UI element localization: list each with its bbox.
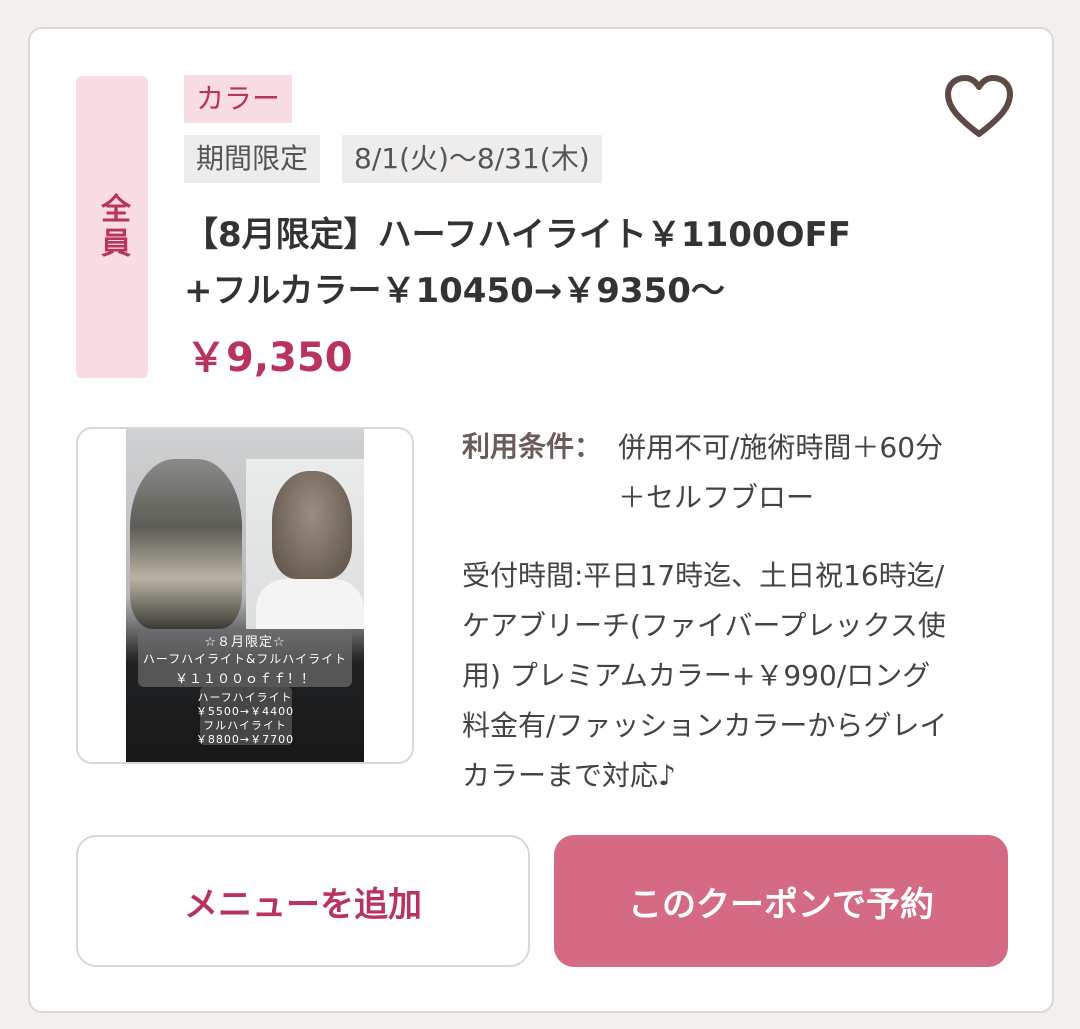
coupon-image: ☆８月限定☆ ハーフハイライト&フルハイライト ￥１１００ｏｆｆ！！ ハーフハイ… — [76, 427, 414, 764]
heart-outline-icon[interactable] — [944, 74, 1014, 140]
coupon-price: ￥9,350 — [186, 335, 353, 381]
conditions-label: 利用条件： — [462, 430, 603, 463]
limited-time-tag: 期間限定 — [184, 135, 321, 183]
description-line: 受付時間:平日17時迄、土日祝16時迄/ — [462, 559, 945, 592]
image-text: ￥8800→￥7700 — [195, 733, 295, 746]
coupon-title-line: 【8月限定】ハーフハイライト￥1100OFF — [184, 215, 851, 255]
coupon-title: 【8月限定】ハーフハイライト￥1100OFF +フルカラー￥10450→￥935… — [184, 207, 944, 319]
add-menu-button[interactable]: メニューを追加 — [76, 835, 530, 967]
image-text: ￥１１００ｏｆｆ！！ — [174, 672, 315, 687]
image-text: ☆８月限定☆ — [204, 635, 286, 650]
conditions-value: 併用不可/施術時間＋60分 ＋セルフブロー — [618, 423, 1018, 523]
description-line: 料金有/ファッションカラーからグレイ — [462, 709, 948, 742]
period-tag: 8/1(火)〜8/31(木) — [342, 135, 602, 183]
description-line: 用) プレミアムカラー+￥990/ロング — [462, 659, 931, 692]
image-text: ハーフハイライト&フルハイライト — [142, 652, 348, 666]
conditions-line: ＋セルフブロー — [618, 481, 815, 514]
coupon-card: 全員 カラー 期間限定 8/1(火)〜8/31(木) 【8月限定】ハーフハイライ… — [28, 27, 1054, 1013]
coupon-description: 受付時間:平日17時迄、土日祝16時迄/ ケアブリーチ(ファイバープレックス使 … — [462, 551, 1017, 801]
highlight-hair-photo — [130, 459, 242, 629]
target-badge: 全員 — [76, 76, 148, 378]
coupon-title-line: +フルカラー￥10450→￥9350〜 — [184, 271, 725, 311]
bob-hair-photo — [272, 471, 352, 579]
hair-photo: ☆８月限定☆ ハーフハイライト&フルハイライト ￥１１００ｏｆｆ！！ ハーフハイ… — [126, 429, 364, 762]
category-tag: カラー — [184, 75, 293, 123]
description-line: ケアブリーチ(ファイバープレックス使 — [462, 609, 946, 642]
reserve-coupon-button[interactable]: このクーポンで予約 — [554, 835, 1008, 967]
conditions-line: 併用不可/施術時間＋60分 — [618, 431, 944, 464]
target-label: 全員 — [95, 193, 130, 261]
description-line: カラーまで対応♪ — [462, 759, 676, 792]
